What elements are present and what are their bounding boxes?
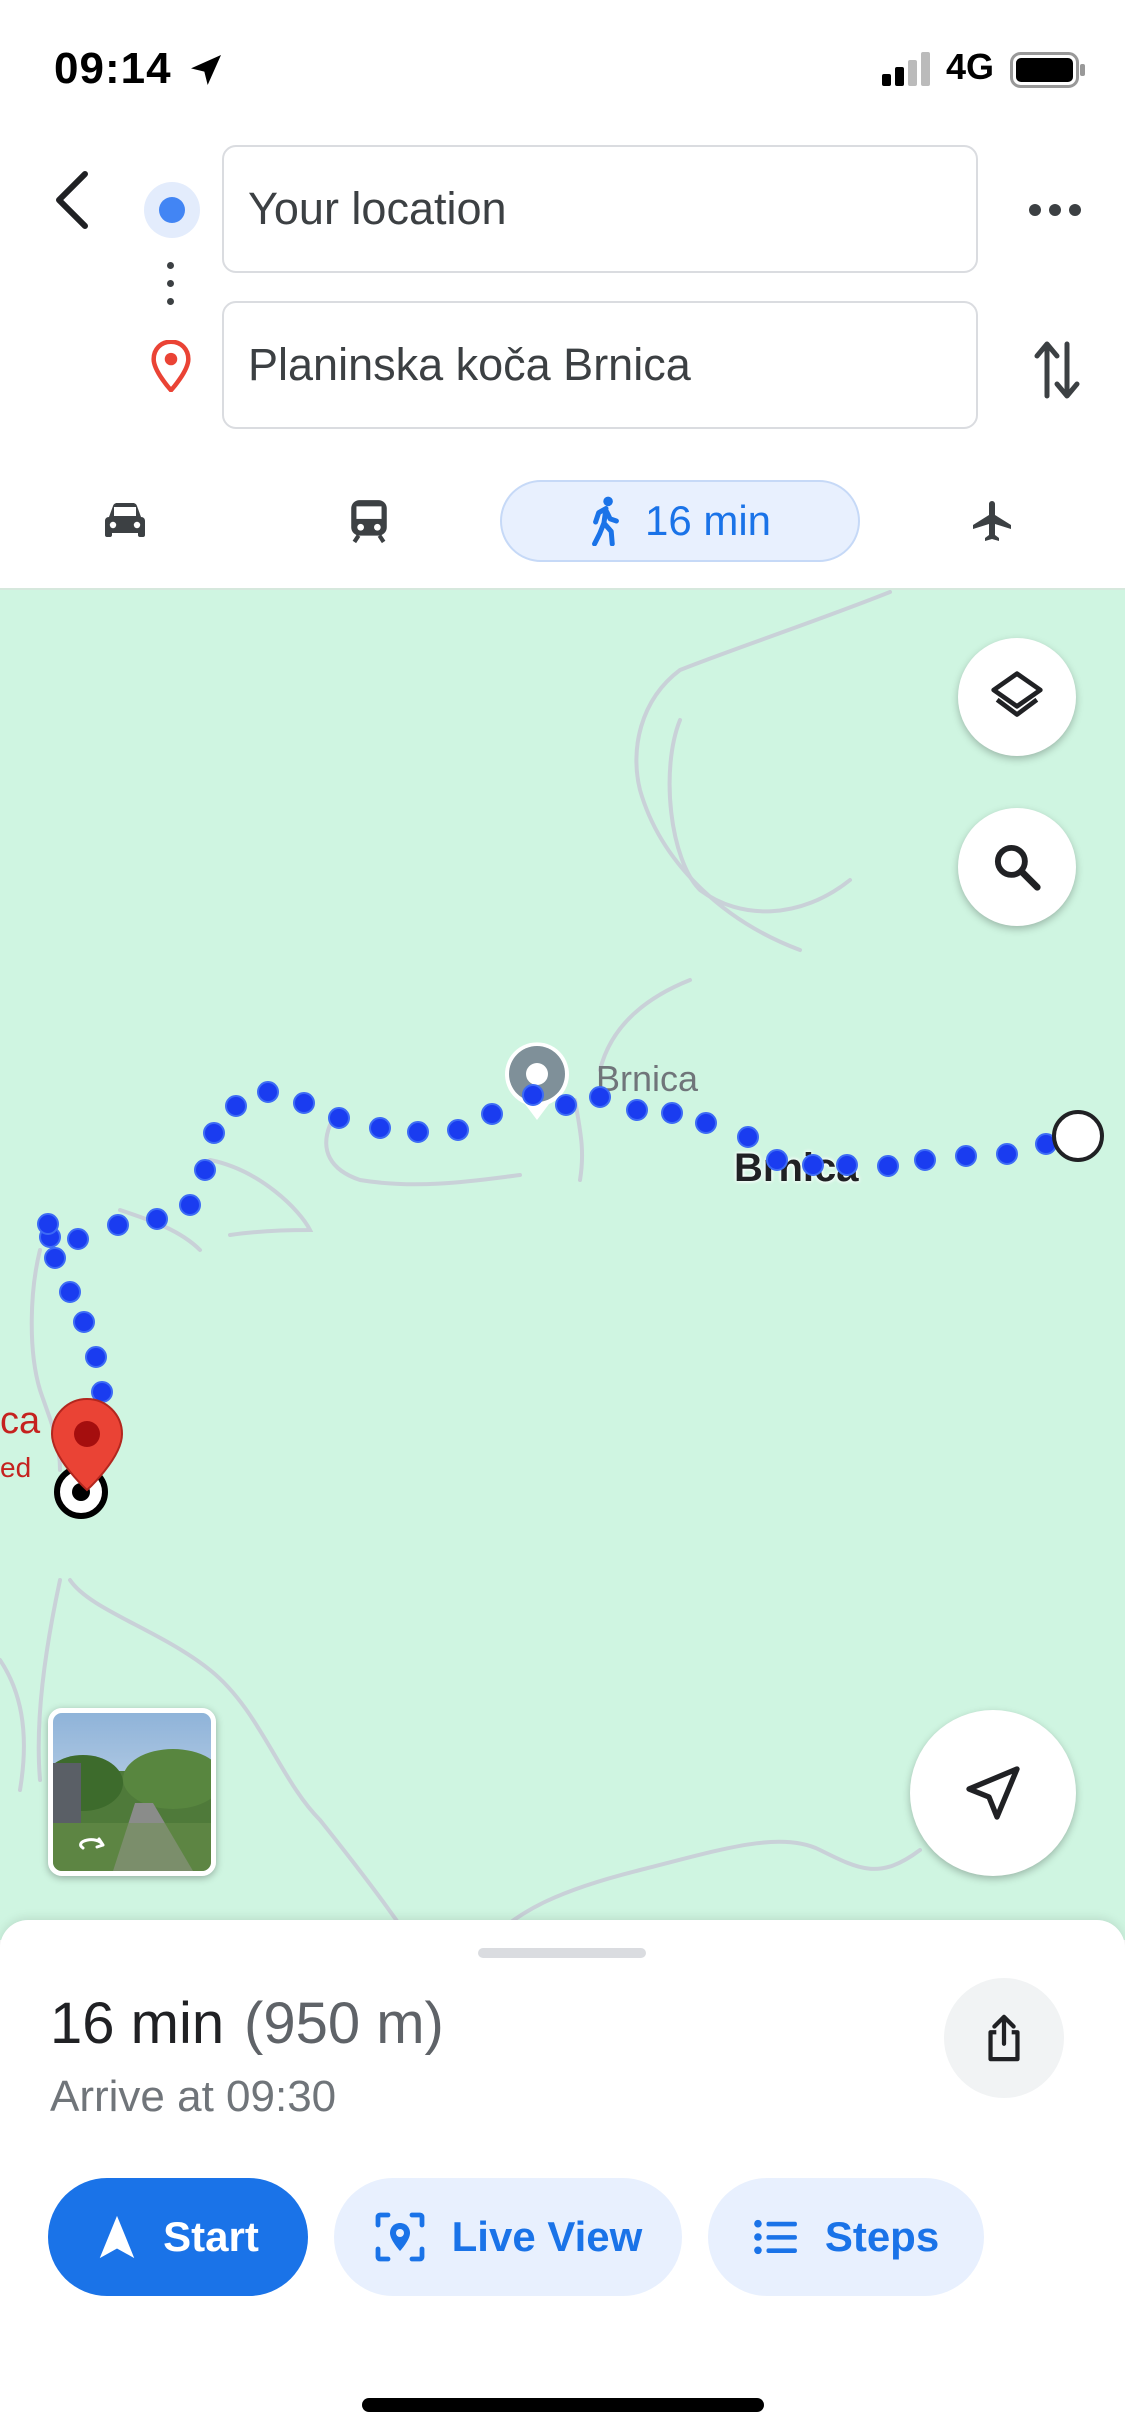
route-dot [37,1213,59,1235]
battery-icon [1010,52,1086,93]
route-duration: 16 min [50,1991,225,2056]
route-dot [225,1095,247,1117]
train-icon [351,500,387,544]
route-dot [836,1154,858,1176]
poi-label[interactable]: Brnica [596,1058,698,1100]
map-view[interactable]: Brnica Brnica ca ed [0,588,1125,1940]
route-dot [766,1149,788,1171]
signal-icon [882,52,934,91]
car-icon [105,503,145,537]
route-distance: (950 m) [244,1991,444,2056]
walk-icon [592,496,619,546]
network-type: 4G [946,46,995,87]
destination-marker-icon[interactable] [44,1390,130,1525]
route-dot [369,1117,391,1139]
route-dot [955,1145,977,1167]
swap-route-button[interactable] [1022,330,1092,410]
route-dot [293,1092,315,1114]
destination-input[interactable]: Planinska koča Brnica [222,301,978,429]
route-dot [661,1102,683,1124]
list-icon [753,2219,797,2255]
layers-button[interactable] [958,638,1076,756]
route-dot [85,1346,107,1368]
route-origin-marker [1052,1110,1104,1162]
search-icon [994,844,1041,891]
route-dot [481,1103,503,1125]
origin-dot-icon [144,182,200,238]
route-dot [737,1126,759,1148]
mode-flight-tab[interactable] [946,480,1036,562]
route-dot [407,1121,429,1143]
mode-transit-tab[interactable] [324,480,414,562]
route-dot [328,1107,350,1129]
route-dot [203,1122,225,1144]
live-view-button[interactable]: Live View [334,2178,682,2296]
live-view-label: Live View [451,2213,643,2260]
walk-duration-label: 16 min [644,497,772,544]
route-dot [522,1084,544,1106]
more-horiz-icon [1029,204,1081,216]
status-bar: 09:14 4G [0,0,1125,140]
route-dot [695,1112,717,1134]
route-dot [107,1214,129,1236]
route-dot [59,1281,81,1303]
street-view-thumbnail[interactable] [48,1708,216,1876]
route-dot [179,1194,201,1216]
route-dot [146,1208,168,1230]
route-dot [447,1119,469,1141]
back-button[interactable] [36,160,106,240]
navigation-arrow-icon [966,1766,1020,1820]
sheet-drag-handle[interactable] [478,1948,646,1958]
route-dot [802,1154,824,1176]
status-time: 09:14 [54,44,172,93]
route-dot [194,1159,216,1181]
route-summary-sheet: 16 min (950 m) Arrive at 09:30 Start Liv… [0,1920,1125,2436]
home-indicator[interactable] [362,2398,764,2412]
destination-map-sublabel: ed [0,1452,32,1483]
live-view-icon [375,2212,425,2262]
swap-vert-icon [1034,341,1080,399]
route-dot [73,1311,95,1333]
navigation-icon [99,2215,135,2259]
arrival-time: Arrive at 09:30 [50,2072,337,2121]
steps-label: Steps [824,2213,940,2260]
location-arrow-icon [186,50,226,95]
route-dot [914,1149,936,1171]
share-icon [988,2014,1020,2062]
layers-icon [991,671,1043,717]
route-dot [589,1086,611,1108]
my-location-button[interactable] [910,1710,1076,1876]
more-options-button[interactable] [1020,180,1090,240]
start-button[interactable]: Start [48,2178,308,2296]
route-dot [44,1247,66,1269]
start-label: Start [163,2213,259,2260]
destination-map-label[interactable]: ca [0,1400,40,1443]
mode-walk-tab[interactable]: 16 min [500,480,860,562]
travel-mode-bar: 16 min [0,470,1125,590]
route-connector-dots [167,262,175,312]
route-dot [877,1155,899,1177]
route-dot [996,1143,1018,1165]
mode-drive-tab[interactable] [80,480,170,562]
map-search-button[interactable] [958,808,1076,926]
steps-button[interactable]: Steps [708,2178,984,2296]
route-dot [67,1228,89,1250]
route-dot [257,1081,279,1103]
destination-pin-icon [150,339,192,397]
airplane-icon [973,501,1011,541]
share-button[interactable] [944,1978,1064,2098]
origin-input[interactable]: Your location [222,145,978,273]
route-dot [555,1094,577,1116]
route-dot [626,1099,648,1121]
back-arrow-icon [56,171,88,229]
